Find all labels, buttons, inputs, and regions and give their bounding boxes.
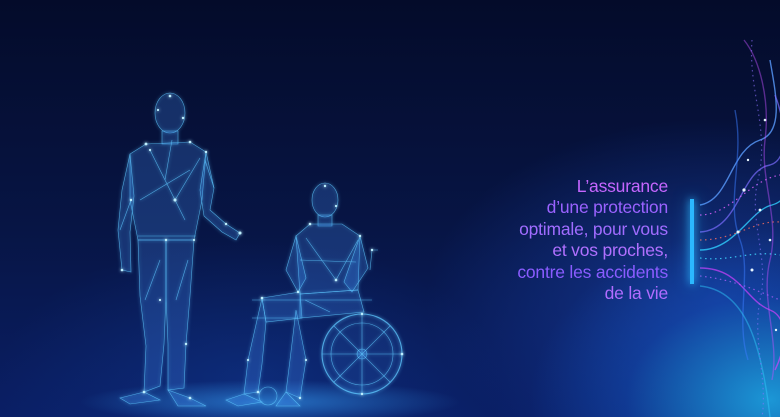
tagline-line: de la vie xyxy=(604,283,669,304)
tagline-line: et vos proches, xyxy=(552,240,668,261)
hero-banner: L’assurance d’une protection optimale, p… xyxy=(0,0,780,417)
tagline-line: d’une protection xyxy=(546,197,669,218)
tagline-line: optimale, pour vous xyxy=(519,218,668,239)
tagline-text: L’assurance d’une protection optimale, p… xyxy=(517,176,668,304)
tagline-line: contre les accidents xyxy=(517,261,668,282)
accent-bar xyxy=(690,199,694,284)
tagline-line: L’assurance xyxy=(576,176,668,196)
